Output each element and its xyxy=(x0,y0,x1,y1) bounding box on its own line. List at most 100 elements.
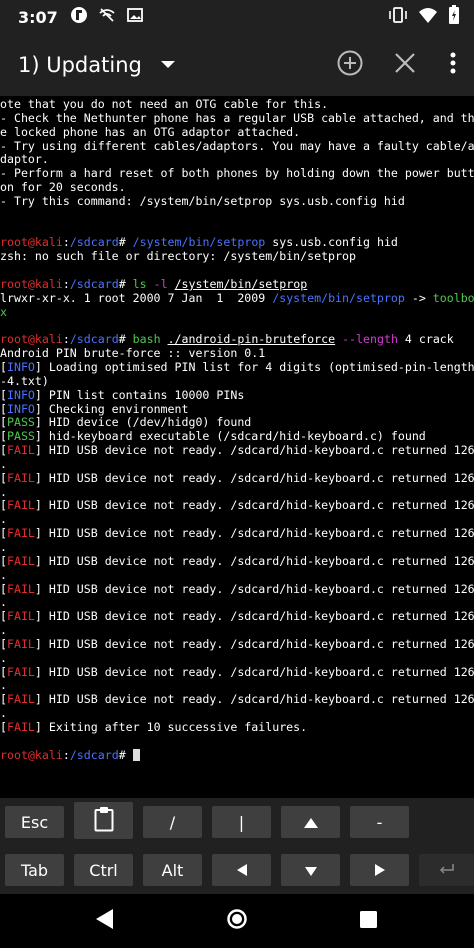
recents-button[interactable] xyxy=(353,906,383,936)
terminal-text-segment: /sdcard xyxy=(69,236,119,250)
terminal-text-segment: ] HID USB device not ready. /sdcard/hid-… xyxy=(34,471,474,485)
terminal-text-segment: x xyxy=(0,305,7,319)
terminal-text-segment: ] HID device (/dev/hidg0) found xyxy=(34,416,252,430)
terminal-text-segment: toolbo xyxy=(432,291,474,305)
terminal-line: . xyxy=(0,569,474,583)
terminal-text-segment: - Perform a hard reset of both phones by… xyxy=(0,167,474,181)
alt-key[interactable]: Alt xyxy=(143,854,202,886)
terminal-text-segment: - Check the Nethunter phone has a regula… xyxy=(0,111,474,125)
terminal-line: [PASS] hid-keyboard executable (/sdcard/… xyxy=(0,430,474,444)
terminal-text-segment: -l xyxy=(153,277,168,291)
terminal-text-segment: FAIL xyxy=(6,720,35,734)
terminal-line: . xyxy=(0,486,474,500)
terminal-line: [FAIL] HID USB device not ready. /sdcard… xyxy=(0,472,474,486)
terminal-text-segment: lrwxr-xr-x. 1 root 2000 7 Jan 1 2009 xyxy=(0,291,273,305)
terminal-text-segment: [ xyxy=(0,637,7,651)
terminal-text-segment: [ xyxy=(0,430,7,444)
enter-key[interactable] xyxy=(419,854,474,886)
terminal-text-segment: [ xyxy=(0,693,7,707)
terminal-text-segment: INFO xyxy=(6,388,35,402)
terminal-text-segment: : xyxy=(62,236,70,250)
terminal-text-segment: ] Exiting after 10 successive failures. xyxy=(34,720,308,734)
terminal-text-segment: - Try this command: /system/bin/setprop … xyxy=(0,194,405,208)
terminal-text-segment: . xyxy=(0,624,7,638)
right-key[interactable] xyxy=(350,854,409,886)
terminal-text-segment: [ xyxy=(0,388,7,402)
terminal-text-segment: . xyxy=(0,485,7,499)
terminal-text-segment: ] Checking environment xyxy=(34,402,189,416)
close-session-button[interactable] xyxy=(377,34,432,96)
terminal-text-segment: PASS xyxy=(6,416,35,430)
clipboard-icon xyxy=(94,806,114,836)
terminal-text-segment: ] HID USB device not ready. /sdcard/hid-… xyxy=(34,665,474,679)
status-left-icons xyxy=(70,6,144,28)
terminal-text-segment: /system/bin/setprop xyxy=(272,291,405,305)
terminal-line: ote that you do not need an OTG cable fo… xyxy=(0,98,474,112)
terminal-text-segment: [ xyxy=(0,554,7,568)
down-key[interactable] xyxy=(281,854,340,886)
terminal-line: daptor. xyxy=(0,153,474,167)
terminal-text-segment: ] HID USB device not ready. /sdcard/hid-… xyxy=(34,444,474,458)
terminal-text-segment: FAIL xyxy=(6,693,35,707)
terminal-line: x xyxy=(0,306,474,320)
terminal-text-segment: FAIL xyxy=(6,665,35,679)
home-icon xyxy=(226,908,248,934)
terminal-line: [FAIL] HID USB device not ready. /sdcard… xyxy=(0,527,474,541)
tab-key[interactable]: Tab xyxy=(5,854,64,886)
terminal-text-segment: --length xyxy=(342,333,398,347)
back-button[interactable] xyxy=(90,906,120,936)
terminal-line: [INFO] PIN list contains 10000 PINs xyxy=(0,389,474,403)
terminal-line: [FAIL] HID USB device not ready. /sdcard… xyxy=(0,693,474,707)
pipe-key[interactable]: | xyxy=(212,806,271,838)
terminal-text-segment: zsh: no such file or directory: /system/… xyxy=(0,250,356,264)
overflow-menu-button[interactable] xyxy=(432,34,474,96)
wifi-icon xyxy=(418,6,438,28)
up-key[interactable] xyxy=(281,806,340,838)
ctrl-key[interactable]: Ctrl xyxy=(74,854,133,886)
terminal-line: [FAIL] HID USB device not ready. /sdcard… xyxy=(0,444,474,458)
terminal-line: - Check the Nethunter phone has a regula… xyxy=(0,112,474,126)
terminal-output[interactable]: ote that you do not need an OTG cable fo… xyxy=(0,98,474,798)
dropdown-arrow-icon[interactable] xyxy=(160,57,176,73)
terminal-line: zsh: no such file or directory: /system/… xyxy=(0,250,474,264)
recents-icon xyxy=(359,910,377,932)
dash-key[interactable]: - xyxy=(350,806,409,838)
terminal-text-segment: root@kali xyxy=(0,748,63,762)
wifi-off-icon xyxy=(98,6,116,28)
terminal-text-segment: ] HID USB device not ready. /sdcard/hid-… xyxy=(34,610,474,624)
terminal-line: [FAIL] HID USB device not ready. /sdcard… xyxy=(0,638,474,652)
paste-key[interactable] xyxy=(74,802,133,839)
terminal-text-segment: root@kali xyxy=(0,236,63,250)
esc-key[interactable]: Esc xyxy=(5,806,64,838)
terminal-text-segment: root@kali xyxy=(0,333,63,347)
session-title[interactable]: 1) Updating xyxy=(18,53,142,77)
terminal-text-segment: FAIL xyxy=(6,582,35,596)
terminal-text-segment: [ xyxy=(0,610,7,624)
add-session-button[interactable] xyxy=(322,34,377,96)
terminal-text-segment: . xyxy=(0,541,7,554)
terminal-text-segment: . xyxy=(0,707,7,721)
terminal-text-segment: ./android-pin-bruteforce xyxy=(167,333,336,347)
terminal-text-segment: ] HID USB device not ready. /sdcard/hid-… xyxy=(34,637,474,651)
terminal-line: - Perform a hard reset of both phones by… xyxy=(0,167,474,181)
extra-keys-bar: Esc / | - Tab Ctrl Alt xyxy=(0,798,474,894)
terminal-text-segment: 4 crack xyxy=(397,333,454,347)
status-bar: 3:07 xyxy=(0,0,474,34)
terminal-line: . xyxy=(0,513,474,527)
terminal-text-segment: /sdcard xyxy=(69,333,119,347)
terminal-text-segment: INFO xyxy=(6,361,35,375)
terminal-text-segment: ] HID USB device not ready. /sdcard/hid-… xyxy=(34,554,474,568)
home-button[interactable] xyxy=(222,906,252,936)
vibrate-icon xyxy=(388,6,408,28)
terminal-text-segment: FAIL xyxy=(6,444,35,458)
left-key[interactable] xyxy=(212,854,271,886)
slash-key[interactable]: / xyxy=(143,806,202,838)
terminal-text-segment: /sdcard xyxy=(69,748,119,762)
terminal-text-segment: - Try using different cables/adaptors. Y… xyxy=(0,139,474,153)
terminal-text-segment: PASS xyxy=(6,430,35,444)
